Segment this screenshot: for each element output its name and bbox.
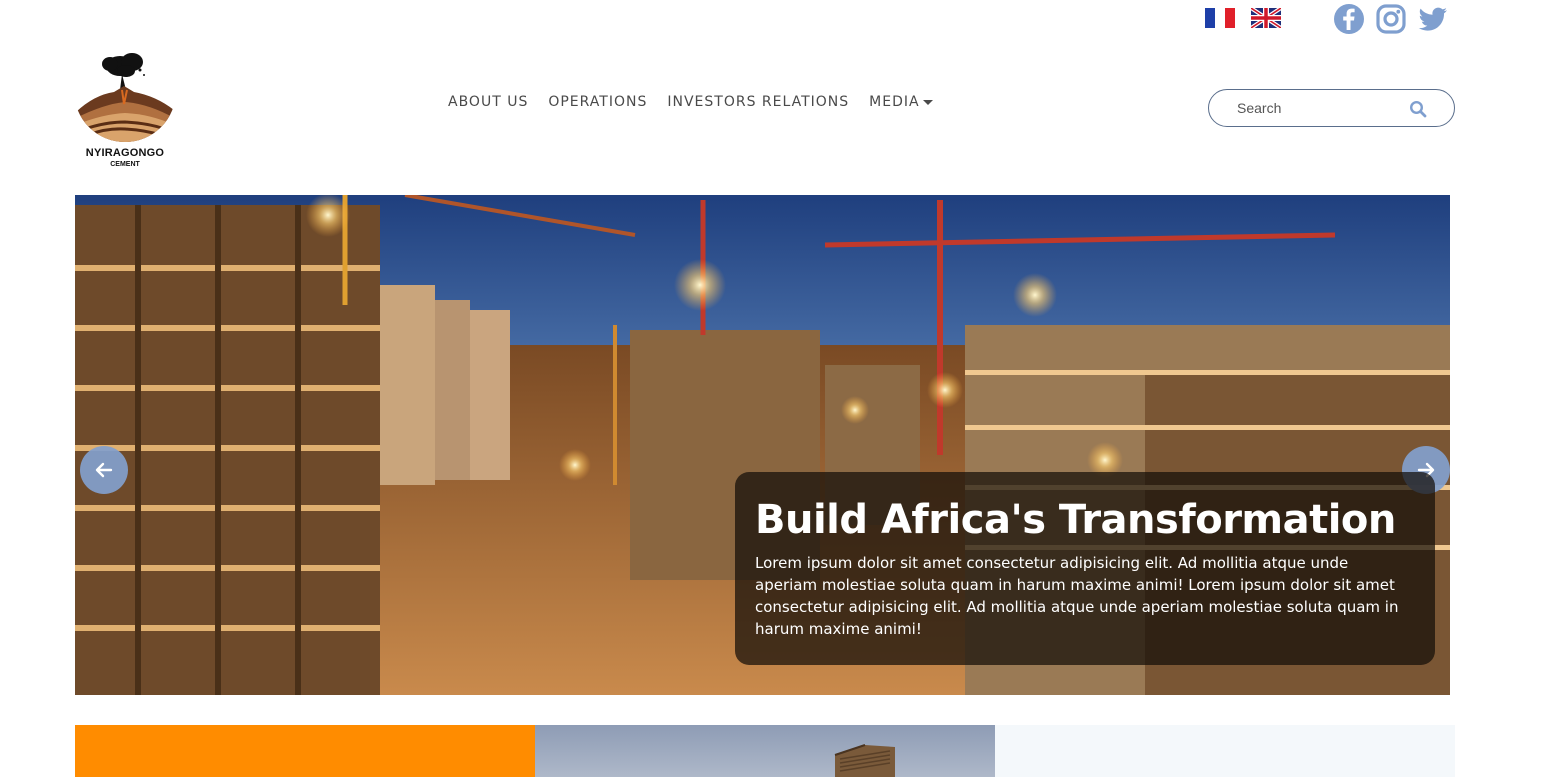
french-flag-icon[interactable]: [1205, 8, 1235, 28]
nav-label: MEDIA: [869, 94, 920, 110]
nav-about-us[interactable]: ABOUT US: [448, 94, 528, 110]
logo-subtitle: CEMENT: [110, 161, 140, 168]
facebook-icon[interactable]: [1333, 3, 1365, 35]
logo-name: NYIRAGONGO: [85, 147, 165, 159]
nav-investors-relations[interactable]: INVESTORS RELATIONS: [667, 94, 849, 110]
main-nav: ABOUT US OPERATIONS INVESTORS RELATIONS …: [448, 94, 933, 110]
nav-label: ABOUT US: [448, 94, 529, 110]
building-image: [834, 744, 895, 777]
uk-flag-icon[interactable]: [1251, 8, 1281, 28]
caret-down-icon: [922, 99, 933, 105]
hero-title: Build Africa's Transformation: [755, 497, 1396, 543]
hero-caption: Build Africa's Transformation Lorem ipsu…: [735, 472, 1435, 665]
language-switcher: [1205, 8, 1281, 28]
instagram-icon[interactable]: [1375, 3, 1407, 35]
slider-prev-button[interactable]: [80, 446, 128, 494]
nav-label: INVESTORS RELATIONS: [667, 94, 850, 110]
feature-tile-image[interactable]: [535, 725, 995, 777]
page: NYIRAGONGO CEMENT ABOUT US OPERATIONS IN…: [0, 0, 1553, 777]
search-box: [1208, 89, 1455, 127]
nav-media-dropdown[interactable]: MEDIA: [869, 94, 933, 110]
social-links: [1333, 3, 1449, 35]
search-icon[interactable]: [1409, 100, 1427, 118]
feature-tile-orange[interactable]: [75, 725, 535, 777]
company-logo[interactable]: NYIRAGONGO CEMENT: [74, 40, 176, 175]
twitter-icon[interactable]: [1417, 3, 1449, 35]
hero-text: Lorem ipsum dolor sit amet consectetur a…: [755, 554, 1399, 638]
nav-operations[interactable]: OPERATIONS: [548, 94, 647, 110]
feature-tile-light[interactable]: [995, 725, 1455, 777]
volcano-logo-icon: [74, 40, 176, 142]
search-input[interactable]: [1237, 98, 1407, 118]
arrow-left-icon: [95, 462, 113, 478]
nav-label: OPERATIONS: [548, 94, 648, 110]
hero-slider: Build Africa's Transformation Lorem ipsu…: [75, 195, 1450, 695]
